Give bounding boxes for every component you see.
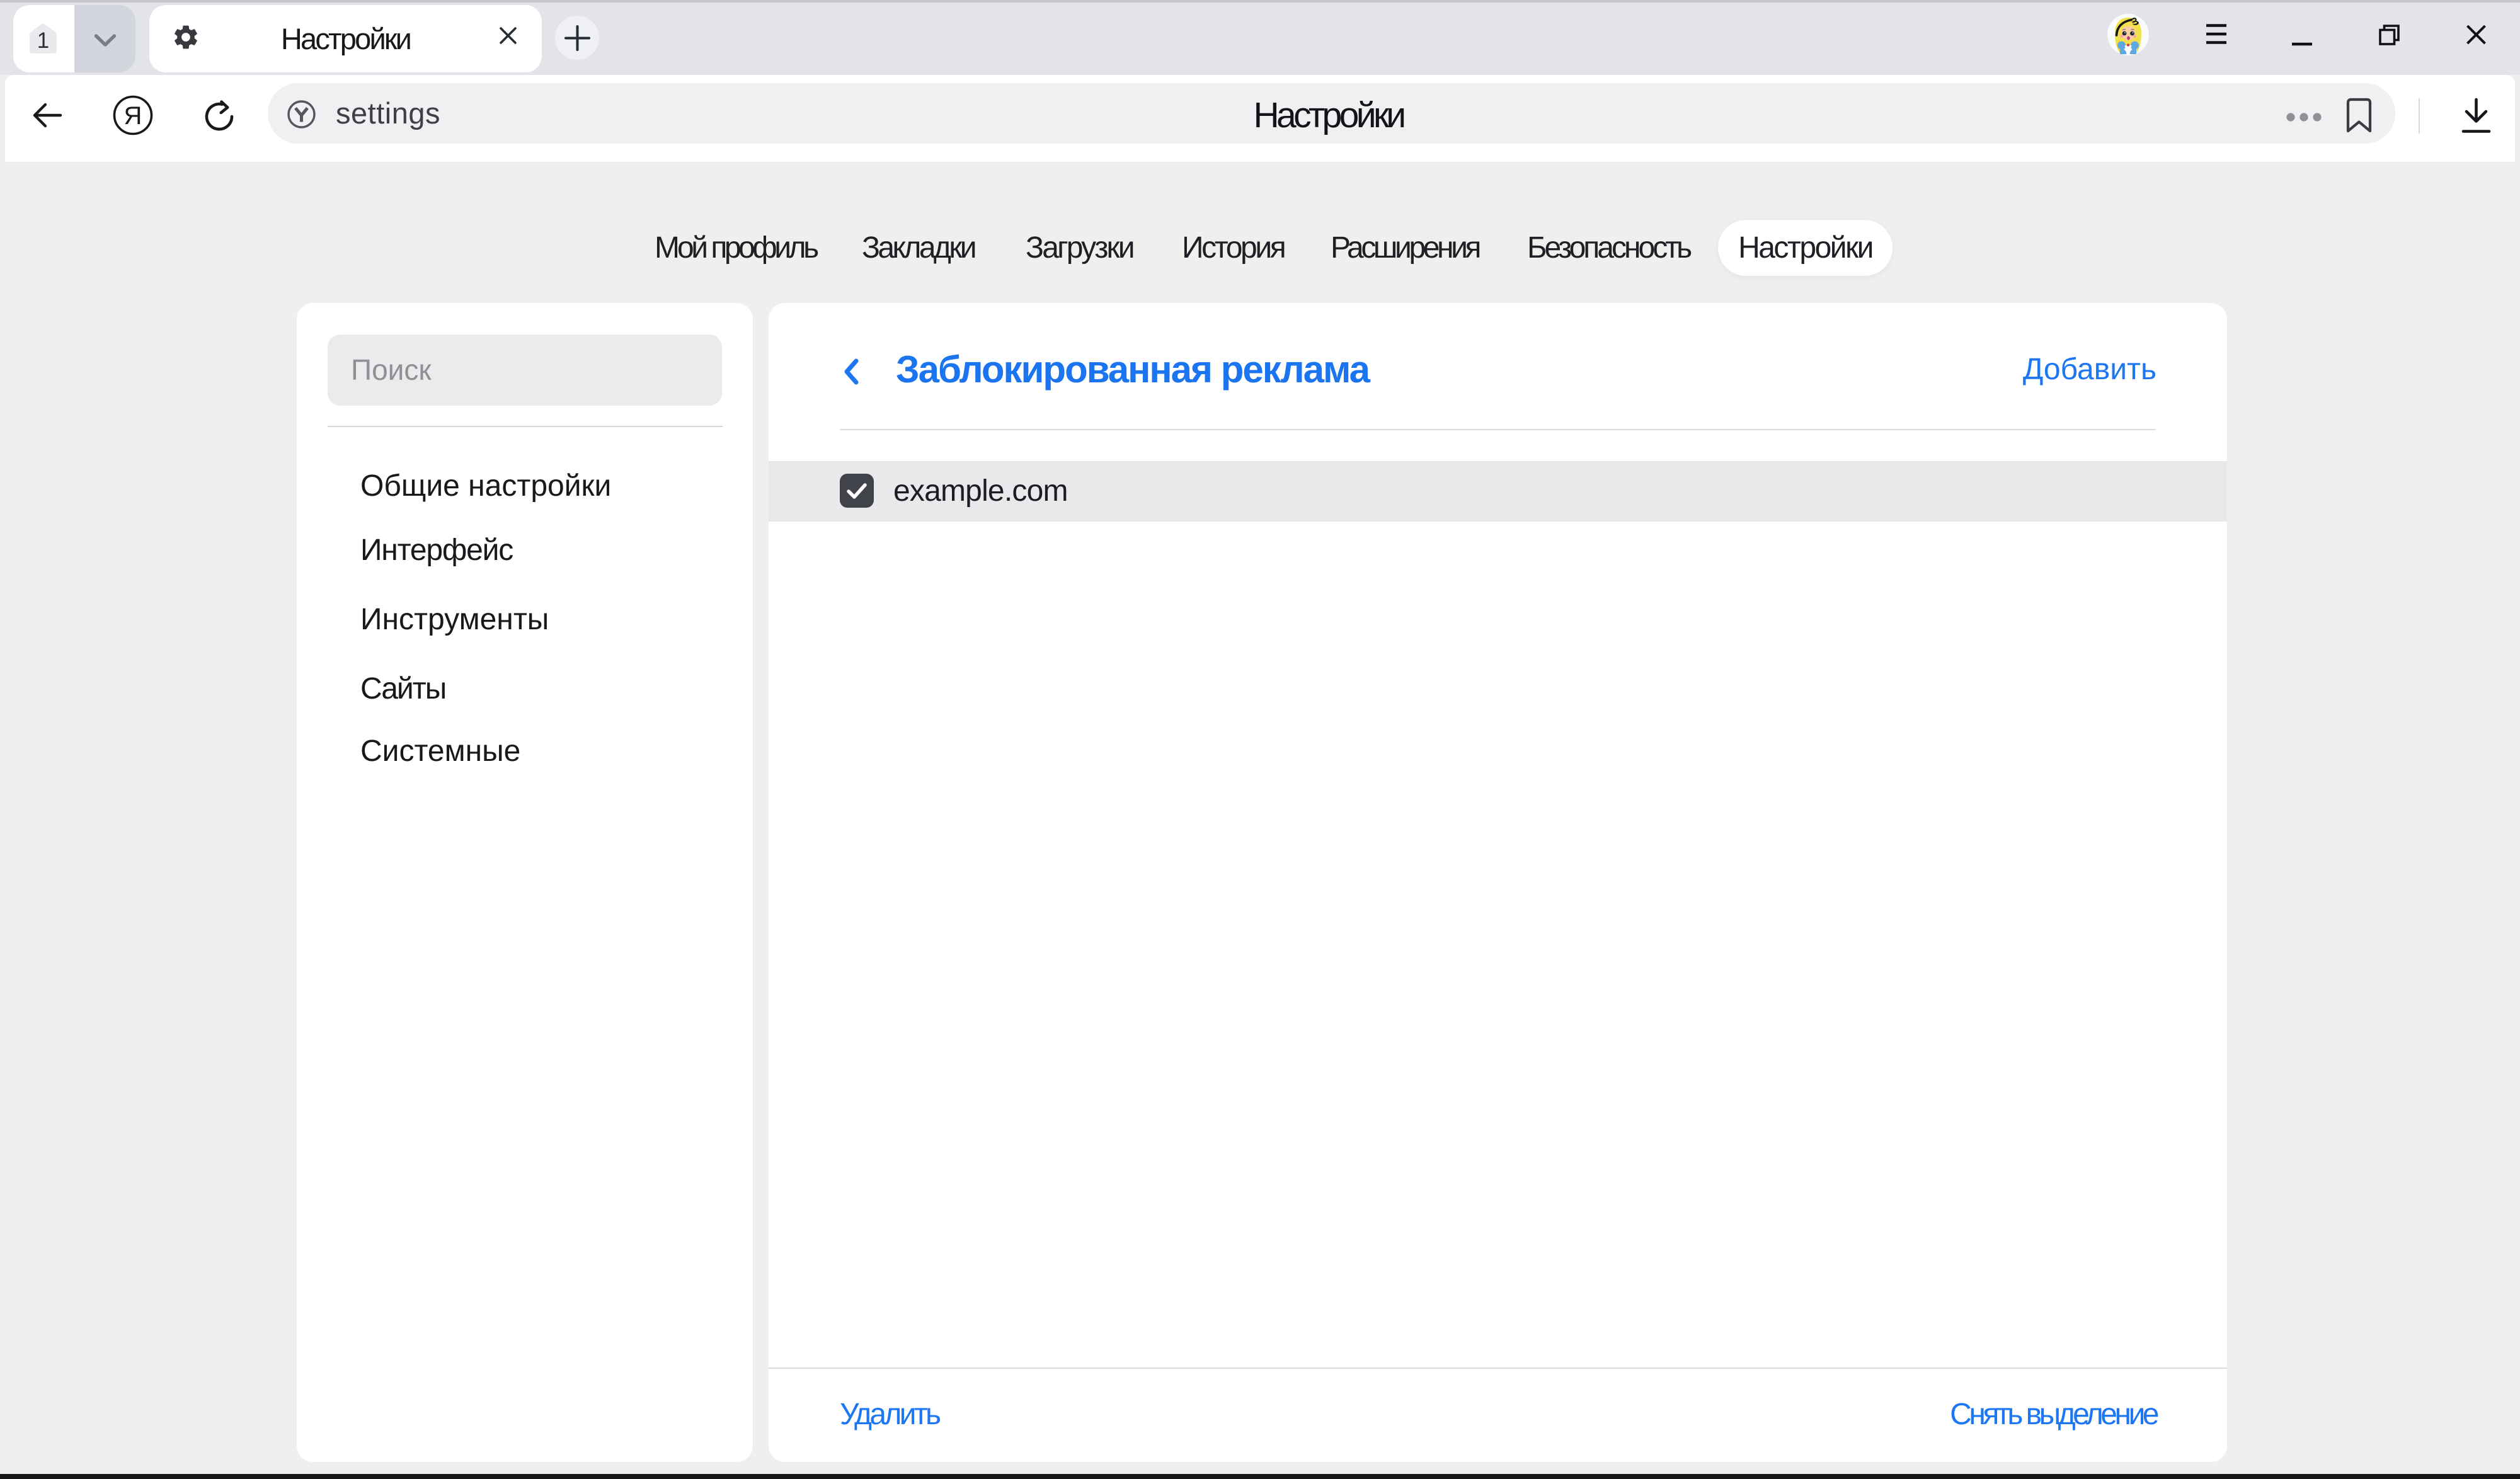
svg-text:1: 1: [37, 28, 49, 53]
svg-text:Я: Я: [124, 102, 142, 130]
